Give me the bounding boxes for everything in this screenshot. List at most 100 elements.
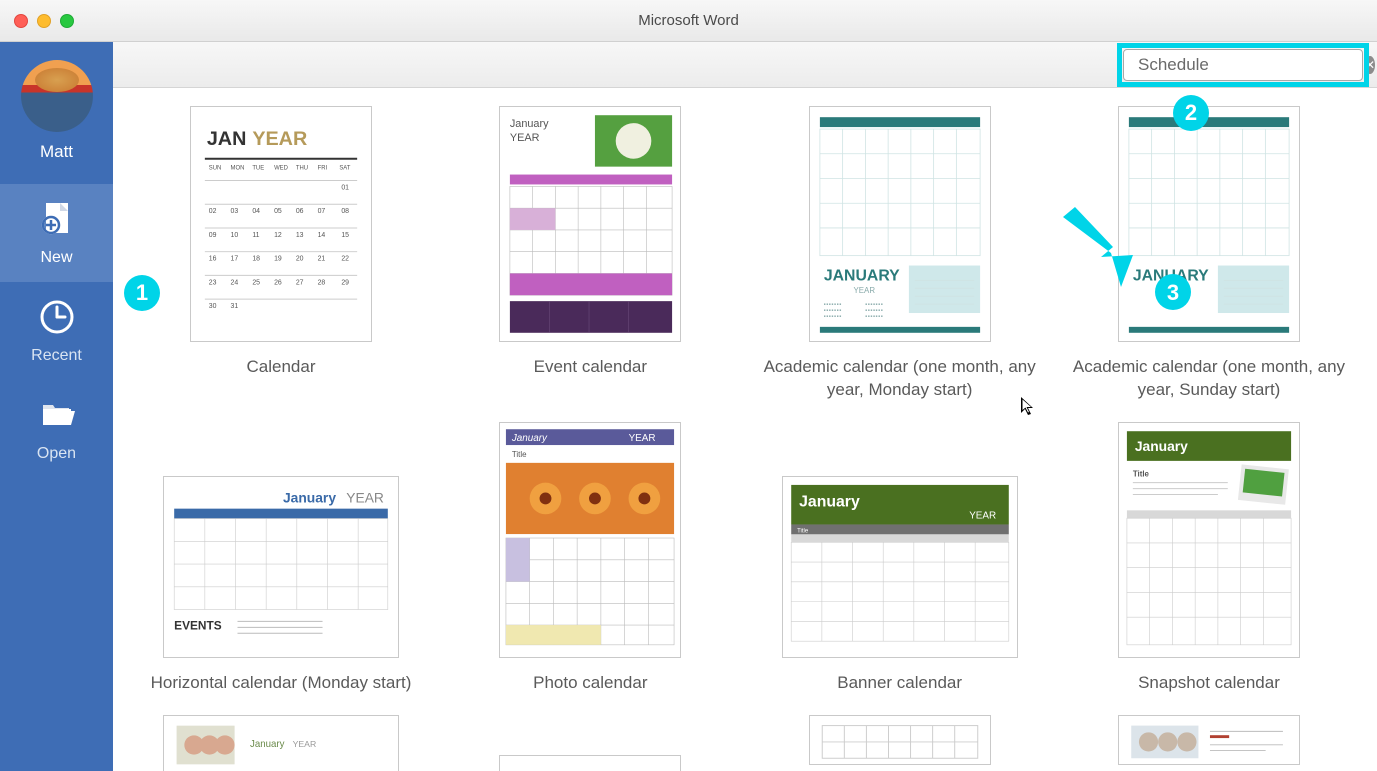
svg-text:FRI: FRI bbox=[318, 166, 328, 172]
svg-text:05: 05 bbox=[274, 208, 282, 215]
svg-text:■ ■ ■ ■ ■ ■ ■: ■ ■ ■ ■ ■ ■ ■ bbox=[824, 308, 842, 312]
callout-1: 1 bbox=[124, 275, 160, 311]
user-avatar[interactable] bbox=[21, 60, 93, 132]
template-label: Horizontal calendar (Monday start) bbox=[141, 672, 421, 695]
svg-text:04: 04 bbox=[252, 208, 260, 215]
svg-text:22: 22 bbox=[341, 256, 349, 263]
folder-open-icon bbox=[37, 395, 77, 435]
nav-new[interactable]: New bbox=[0, 184, 113, 282]
svg-text:EVENTS: EVENTS bbox=[174, 618, 222, 632]
template-thumb: January Title bbox=[1118, 422, 1300, 658]
template-gallery: JAN YEAR SUNMONTUEWEDTHUFRISAT 01 bbox=[113, 88, 1377, 771]
svg-text:YEAR: YEAR bbox=[346, 490, 384, 506]
template-label: Event calendar bbox=[450, 356, 730, 379]
svg-text:28: 28 bbox=[318, 279, 326, 286]
app-title: Microsoft Word bbox=[638, 12, 739, 29]
svg-text:21: 21 bbox=[318, 256, 326, 263]
svg-text:January: January bbox=[511, 433, 548, 444]
svg-text:13: 13 bbox=[296, 232, 304, 239]
user-name: Matt bbox=[40, 142, 73, 162]
template-label: Academic calendar (one month, any year, … bbox=[1069, 356, 1349, 402]
new-document-icon bbox=[37, 199, 77, 239]
template-label: Photo calendar bbox=[450, 672, 730, 695]
svg-text:25: 25 bbox=[252, 279, 260, 286]
titlebar: Microsoft Word bbox=[0, 0, 1377, 42]
template-event-calendar[interactable]: January YEAR bbox=[450, 106, 730, 402]
svg-text:YEAR: YEAR bbox=[629, 433, 656, 444]
svg-text:YEAR: YEAR bbox=[252, 128, 307, 150]
svg-text:27: 27 bbox=[296, 279, 304, 286]
svg-text:■ ■ ■ ■ ■ ■ ■: ■ ■ ■ ■ ■ ■ ■ bbox=[824, 302, 842, 306]
template-partial-3[interactable] bbox=[760, 715, 1040, 771]
svg-text:Title: Title bbox=[797, 528, 809, 534]
svg-text:03: 03 bbox=[231, 208, 239, 215]
svg-text:■ ■ ■ ■ ■ ■ ■: ■ ■ ■ ■ ■ ■ ■ bbox=[865, 302, 883, 306]
close-window-button[interactable] bbox=[14, 14, 28, 28]
svg-text:January: January bbox=[1135, 438, 1188, 454]
template-thumb bbox=[499, 755, 681, 771]
template-snapshot[interactable]: January Title bbox=[1069, 422, 1349, 695]
svg-text:11: 11 bbox=[252, 232, 259, 239]
svg-text:SAT: SAT bbox=[339, 166, 350, 172]
template-partial-2[interactable] bbox=[450, 715, 730, 771]
template-photo[interactable]: January YEAR Title bbox=[450, 422, 730, 695]
template-thumb: JanuaryYEAR bbox=[163, 715, 399, 771]
svg-text:17: 17 bbox=[231, 256, 239, 263]
svg-text:08: 08 bbox=[341, 208, 349, 215]
svg-text:Title: Title bbox=[512, 450, 527, 459]
svg-text:01: 01 bbox=[341, 184, 349, 191]
nav-recent[interactable]: Recent bbox=[0, 282, 113, 380]
svg-text:YEAR: YEAR bbox=[510, 132, 540, 144]
svg-text:Title: Title bbox=[1133, 470, 1150, 479]
svg-text:16: 16 bbox=[209, 256, 217, 263]
svg-text:31: 31 bbox=[231, 303, 239, 310]
mouse-cursor bbox=[1021, 397, 1037, 422]
template-partial-1[interactable]: JanuaryYEAR bbox=[141, 715, 421, 771]
clock-icon bbox=[37, 297, 77, 337]
svg-text:JANUARY: JANUARY bbox=[824, 267, 900, 284]
svg-text:January: January bbox=[510, 118, 549, 130]
minimize-window-button[interactable] bbox=[37, 14, 51, 28]
template-horizontal[interactable]: January YEAR EVENTS Horizon bbox=[141, 422, 421, 695]
main-area: ✕ JAN YEAR SUNMONTUEWEDTHUFRISAT bbox=[113, 42, 1377, 771]
window-controls bbox=[14, 14, 74, 28]
template-thumb: January YEAR EVENTS bbox=[163, 476, 399, 658]
svg-text:10: 10 bbox=[231, 232, 239, 239]
svg-text:30: 30 bbox=[209, 303, 217, 310]
svg-text:02: 02 bbox=[209, 208, 217, 215]
nav-open[interactable]: Open bbox=[0, 380, 113, 478]
template-partial-4[interactable] bbox=[1069, 715, 1349, 771]
callout-2: 2 bbox=[1173, 95, 1209, 131]
svg-text:14: 14 bbox=[318, 232, 326, 239]
template-label: Snapshot calendar bbox=[1069, 672, 1349, 695]
svg-text:18: 18 bbox=[252, 256, 260, 263]
callout-arrow-3: 3 bbox=[1053, 207, 1203, 327]
template-thumb bbox=[809, 715, 991, 765]
template-label: Calendar bbox=[141, 356, 421, 379]
template-thumb: January YEAR bbox=[499, 106, 681, 342]
svg-text:■ ■ ■ ■ ■ ■ ■: ■ ■ ■ ■ ■ ■ ■ bbox=[824, 314, 842, 318]
svg-text:January: January bbox=[250, 739, 285, 750]
svg-text:26: 26 bbox=[274, 279, 282, 286]
svg-text:15: 15 bbox=[341, 232, 349, 239]
svg-text:YEAR: YEAR bbox=[853, 286, 875, 295]
zoom-window-button[interactable] bbox=[60, 14, 74, 28]
template-label: Banner calendar bbox=[760, 672, 1040, 695]
template-academic-mon[interactable]: JANUARY YEAR ■ ■ ■ ■ ■ ■ ■ ■ ■ ■ ■ ■ ■ ■ ■… bbox=[760, 106, 1040, 402]
callout-highlight-2 bbox=[1117, 43, 1369, 87]
svg-text:06: 06 bbox=[296, 208, 304, 215]
nav-new-label: New bbox=[40, 249, 72, 267]
template-banner[interactable]: January YEAR Title Banner c bbox=[760, 422, 1040, 695]
template-thumb: JAN YEAR SUNMONTUEWEDTHUFRISAT 01 bbox=[190, 106, 372, 342]
svg-text:24: 24 bbox=[231, 279, 239, 286]
template-calendar[interactable]: JAN YEAR SUNMONTUEWEDTHUFRISAT 01 bbox=[141, 106, 421, 402]
svg-text:23: 23 bbox=[209, 279, 217, 286]
nav-open-label: Open bbox=[37, 445, 76, 463]
toolbar: ✕ bbox=[113, 42, 1377, 88]
svg-text:THU: THU bbox=[296, 166, 308, 172]
template-thumb: January YEAR Title bbox=[499, 422, 681, 658]
svg-text:07: 07 bbox=[318, 208, 326, 215]
svg-text:WED: WED bbox=[274, 166, 288, 172]
svg-text:January: January bbox=[799, 494, 860, 511]
svg-text:12: 12 bbox=[274, 232, 282, 239]
